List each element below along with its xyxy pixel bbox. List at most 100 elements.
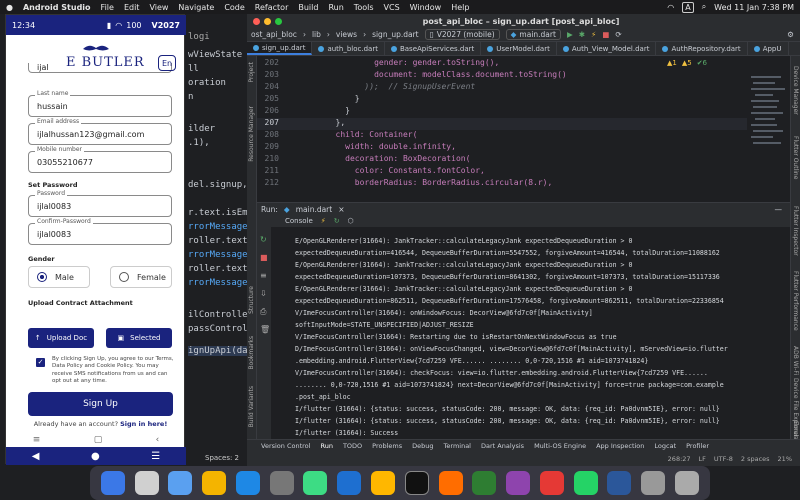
tab-auth-view-model[interactable]: Auth_View_Model.dart [557, 42, 657, 55]
safari-icon[interactable] [168, 471, 193, 495]
tool-problems[interactable]: Problems [372, 442, 402, 450]
chrome-icon[interactable] [202, 471, 227, 495]
cursor-position[interactable]: 268:27 [668, 455, 691, 463]
console-tab[interactable]: Console [285, 217, 313, 225]
stop-icon[interactable]: ■ [260, 253, 268, 262]
close-window-icon[interactable] [253, 17, 260, 25]
tool-project[interactable]: Project [248, 62, 255, 83]
hot-reload-icon[interactable]: ⚡ [321, 217, 326, 225]
maximize-window-icon[interactable] [275, 17, 282, 25]
tool-version-control[interactable]: Version Control [261, 442, 310, 450]
menu-tools[interactable]: Tools [354, 3, 374, 12]
menu-view[interactable]: View [149, 3, 168, 12]
code-editor[interactable]: 202 gender: gender.toString(), 203 docum… [257, 56, 747, 202]
menu-navigate[interactable]: Navigate [178, 3, 214, 12]
menu-file[interactable]: File [101, 3, 114, 12]
breadcrumb-project[interactable]: ost_api_bloc [251, 30, 297, 39]
menu-help[interactable]: Help [451, 3, 469, 12]
app-icon[interactable] [539, 471, 564, 495]
tool-run[interactable]: Run [320, 442, 332, 450]
gender-male-radio[interactable]: Male [28, 266, 90, 288]
breadcrumb-lib[interactable]: lib [312, 30, 321, 39]
tool-resource-manager[interactable]: Resource Manager [248, 106, 255, 162]
hot-restart-icon[interactable]: ↻ [334, 217, 340, 225]
tool-todo[interactable]: TODO [343, 442, 362, 450]
whatsapp-icon[interactable] [573, 471, 598, 495]
trash-icon[interactable]: 🗑 [260, 325, 270, 334]
breadcrumb-views[interactable]: views [336, 30, 357, 39]
scroll-end-icon[interactable]: ⇩ [260, 289, 267, 298]
code-minimap[interactable] [747, 56, 790, 202]
close-run-tab-icon[interactable]: × [338, 205, 344, 214]
menu-lines-icon[interactable]: ≡ [33, 435, 41, 445]
background-tab[interactable]: logi [188, 32, 210, 42]
menu-window[interactable]: Window [410, 3, 442, 12]
selected-button[interactable]: ▣ Selected [106, 328, 172, 348]
search-icon[interactable]: ⌕ [702, 2, 706, 12]
devtools-icon[interactable]: ⬡ [348, 217, 354, 225]
tool-multi-os-engine[interactable]: Multi-OS Engine [534, 442, 586, 450]
rerun-icon[interactable]: ↻ [260, 235, 267, 244]
menu-code[interactable]: Code [224, 3, 244, 12]
menu-vcs[interactable]: VCS [384, 3, 400, 12]
indent-setting[interactable]: 2 spaces [741, 455, 770, 463]
run-icon[interactable]: ▶ [567, 30, 573, 39]
tab-sign-up[interactable]: sign_up.dart [247, 42, 313, 55]
memory-indicator[interactable]: 21% [778, 455, 792, 463]
input-source-badge[interactable]: A [682, 1, 694, 13]
run-config-selector[interactable]: ◆ main.dart [505, 29, 561, 40]
run-tab[interactable]: main.dart [296, 205, 333, 214]
visual-studio-icon[interactable] [506, 471, 531, 495]
word-icon[interactable] [607, 471, 632, 495]
xcode-icon[interactable] [472, 471, 497, 495]
tool-device-manager[interactable]: Device Manager [792, 66, 799, 115]
firefox-icon[interactable] [438, 471, 463, 495]
device-selector[interactable]: ▯ V2027 (mobile) [424, 29, 500, 40]
menu-build[interactable]: Build [298, 3, 318, 12]
tool-adb-wifi[interactable]: ADB Wi-Fi [792, 346, 799, 375]
finder-icon[interactable] [100, 471, 125, 495]
back-chevron-icon[interactable]: ‹ [156, 435, 160, 445]
launchpad-icon[interactable] [134, 471, 159, 495]
hot-reload-icon[interactable]: ⚡ [591, 30, 596, 39]
sign-up-button[interactable]: Sign Up [28, 392, 173, 416]
trash-icon[interactable] [674, 471, 699, 495]
upload-doc-button[interactable]: ↑ Upload Doc [28, 328, 94, 348]
line-separator[interactable]: LF [699, 455, 706, 463]
tool-structure[interactable]: Structure [248, 286, 255, 314]
breadcrumb-file[interactable]: sign_up.dart [372, 30, 419, 39]
nav-back-icon[interactable]: ◀ [32, 451, 40, 462]
sync-icon[interactable]: ⟳ [615, 30, 621, 39]
tool-app-inspection[interactable]: App Inspection [596, 442, 644, 450]
stop-icon[interactable]: ■ [602, 30, 609, 39]
tab-base-api-services[interactable]: BaseApiServices.dart [385, 42, 482, 55]
tool-profiler[interactable]: Profiler [686, 442, 709, 450]
inspection-widget[interactable]: ▲1 ▲5 ✔6 [667, 59, 707, 67]
tool-flutter-outline[interactable]: Flutter Outline [792, 136, 799, 179]
wifi-icon[interactable]: ◠ [667, 3, 674, 12]
gender-female-radio[interactable]: Female [110, 266, 172, 288]
debug-icon[interactable]: ✱ [579, 30, 585, 39]
terms-checkbox[interactable]: ✓ [36, 358, 45, 367]
tab-auth-bloc[interactable]: auth_bloc.dart [312, 42, 385, 55]
tool-flutter-performance[interactable]: Flutter Performance [792, 271, 799, 331]
flutter-icon[interactable] [371, 471, 395, 495]
tab-user-model[interactable]: UserModel.dart [481, 42, 557, 55]
android-studio-icon[interactable] [303, 471, 328, 495]
nav-menu-icon[interactable]: ☰ [151, 451, 160, 462]
last-name-field[interactable]: Last name hussain [28, 90, 172, 117]
tool-bookmarks[interactable]: Bookmarks [248, 336, 255, 370]
minimize-window-icon[interactable] [264, 17, 271, 25]
vscode-icon[interactable] [337, 471, 362, 495]
confirm-password-field[interactable]: Confirm-Password ijlal0083 [28, 218, 172, 245]
preview-icon[interactable] [641, 471, 666, 495]
tool-logcat[interactable]: Logcat [654, 442, 676, 450]
menu-edit[interactable]: Edit [124, 3, 140, 12]
language-button[interactable]: En [158, 55, 176, 71]
home-square-icon[interactable]: ▢ [94, 435, 103, 445]
menu-refactor[interactable]: Refactor [255, 3, 289, 12]
tab-appu[interactable]: AppU [748, 42, 789, 55]
menubar-app-name[interactable]: Android Studio [23, 3, 91, 12]
tool-build-variants[interactable]: Build Variants [248, 386, 255, 427]
tool-flutter-inspector[interactable]: Flutter Inspector [792, 206, 799, 256]
